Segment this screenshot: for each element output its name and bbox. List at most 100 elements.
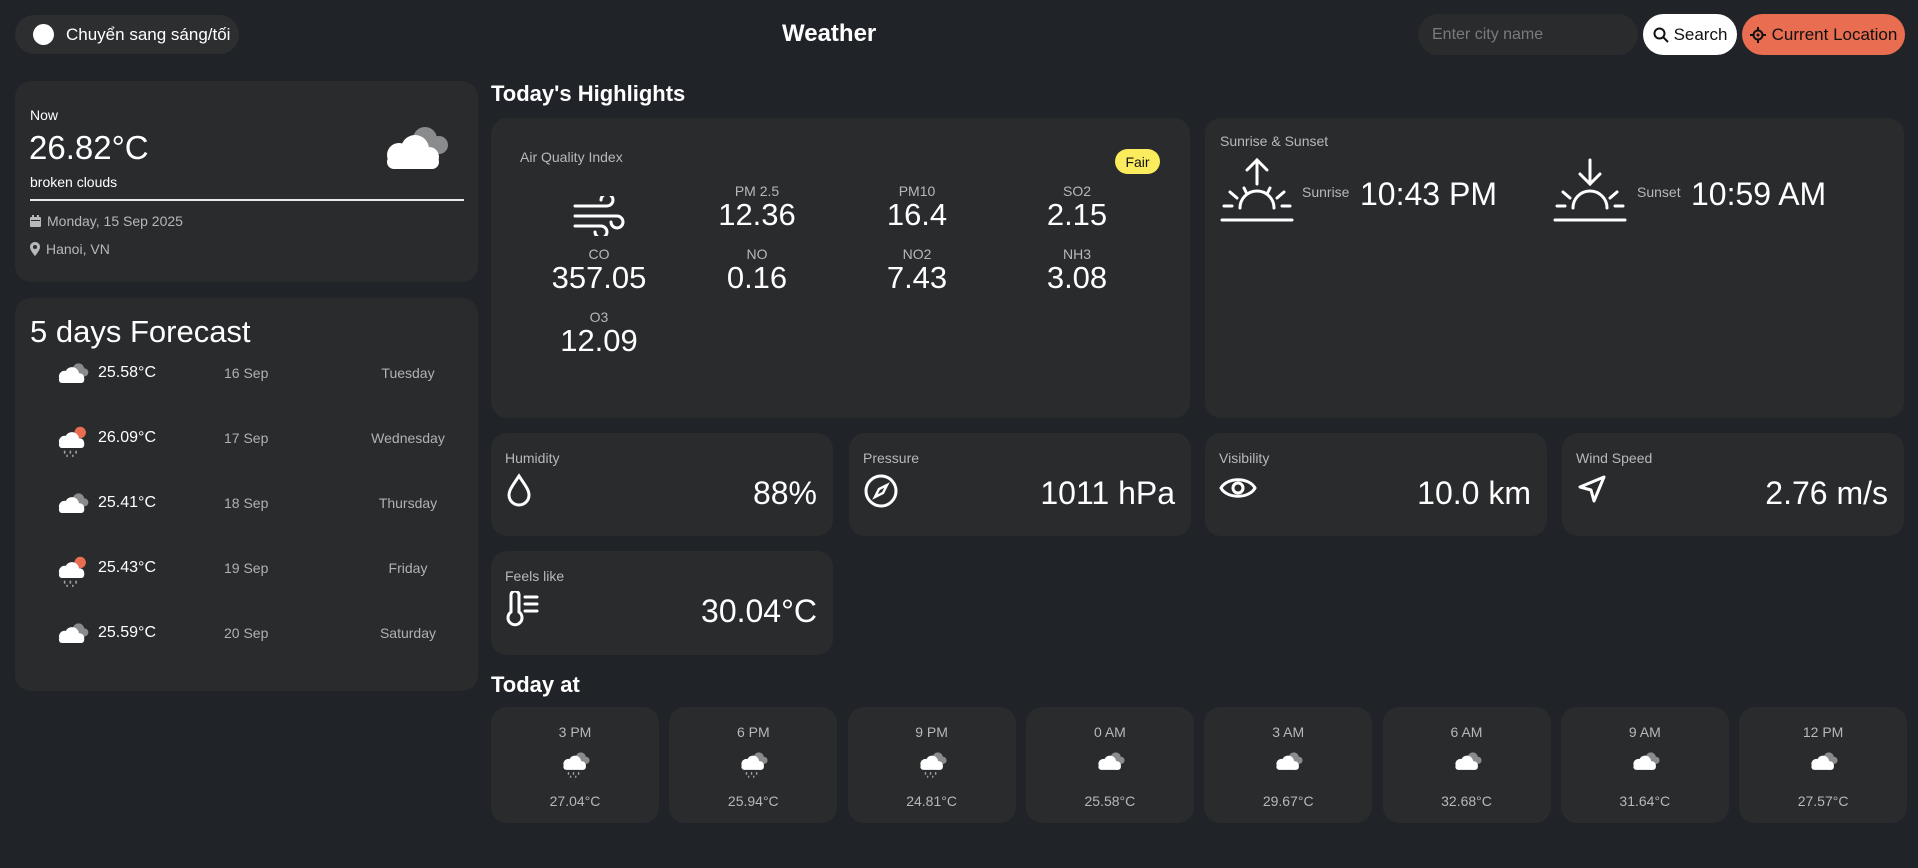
hourly-forecast-card: 0 AM 25.58°C [1025,707,1194,823]
hour-temp: 32.68°C [1441,793,1492,809]
search-icon [1653,27,1669,43]
toggle-knob-icon [33,24,54,45]
forecast-row: 25.59°C 20 Sep Saturday [15,614,478,664]
aqi-item: O3 12.09 [539,309,659,357]
broken-clouds-icon [1633,752,1660,770]
feels-like-label: Feels like [505,568,565,584]
visibility-value: 10.0 km [1417,475,1531,511]
current-date: Monday, 15 Sep 2025 [30,213,183,229]
aqi-item-value: 12.09 [560,323,638,358]
aqi-item: NH3 3.08 [1017,246,1137,294]
date-text: Monday, 15 Sep 2025 [47,213,183,229]
sunset-label: Sunset [1637,184,1681,200]
hour-time: 6 AM [1450,724,1483,740]
forecast-row: 25.43°C 19 Sep Friday [15,549,478,599]
rain-clouds-icon [563,752,590,778]
aqi-item-value: 7.43 [886,260,948,295]
crosshair-icon [1749,26,1766,43]
calendar-icon [30,215,41,227]
aqi-item: NO 0.16 [697,246,817,294]
broken-clouds-icon [58,623,89,644]
rain-clouds-icon [919,752,947,778]
visibility-card: Visibility 10.0 km [1205,433,1547,536]
aqi-item: PM10 16.4 [857,183,977,231]
forecast-title: 5 days Forecast [30,314,251,349]
location-pin-icon [30,242,40,256]
now-label: Now [30,107,59,123]
hour-time: 12 PM [1802,724,1844,740]
wind-speed-label: Wind Speed [1576,450,1653,466]
current-weather-card: Now 26.82°C broken clouds Monday, 15 Sep… [15,81,478,282]
broken-clouds-icon [1276,752,1303,770]
water-drop-icon [507,473,531,507]
sunset-time: 10:59 AM [1691,176,1827,212]
hour-time: 3 AM [1272,724,1305,740]
aqi-item: PM 2.5 12.36 [697,183,817,231]
hour-temp: 31.64°C [1619,793,1671,809]
forecast-temp: 26.09°C [98,429,156,446]
forecast-day: Tuesday [381,365,435,381]
sunrise-label: Sunrise [1302,184,1350,200]
aqi-item: SO2 2.15 [1017,183,1137,231]
current-temperature: 26.82°C [29,129,149,166]
forecast-date: 17 Sep [224,430,269,446]
forecast-temp: 25.41°C [98,494,156,511]
broken-clouds-icon [1454,752,1482,770]
aqi-item-value: 16.4 [886,197,948,232]
hourly-forecast-card: 9 PM 24.81°C [847,707,1016,823]
humidity-value: 88% [752,475,817,511]
forecast-day: Friday [388,560,428,576]
search-button[interactable]: Search [1643,14,1737,55]
broken-clouds-icon [1811,752,1838,770]
city-search-input[interactable] [1418,14,1638,55]
aqi-item: CO 357.05 [539,246,659,294]
hour-time: 9 PM [915,724,948,740]
sunrise-time: 10:43 PM [1360,176,1497,212]
aqi-item-value: 3.08 [1046,260,1108,295]
compass-icon [864,474,898,508]
hour-temp: 25.94°C [727,793,779,809]
theme-toggle-button[interactable]: Chuyển sang sáng/tối [15,15,239,54]
eye-icon [1219,478,1257,498]
forecast-card: 5 days Forecast 25.58°C 16 Sep Tuesday 26.0… [15,298,478,691]
forecast-temp: 25.59°C [98,624,156,641]
sunset-icon [1553,158,1627,222]
wind-speed-value: 2.76 m/s [1765,475,1888,511]
sun-rain-icon [58,426,86,458]
forecast-row: 26.09°C 17 Sep Wednesday [15,419,478,469]
search-button-label: Search [1673,24,1728,44]
feels-like-card: Feels like 30.04°C [491,551,833,655]
forecast-day: Thursday [378,495,438,511]
hour-temp: 24.81°C [906,793,957,809]
theme-toggle-label: Chuyển sang sáng/tối [66,24,231,44]
broken-clouds-icon [1098,752,1125,770]
pressure-value: 1011 hPa [1040,475,1175,511]
navigation-arrow-icon [1578,475,1606,503]
sun-rain-icon [58,556,86,588]
sun-card-label: Sunrise & Sunset [1220,133,1329,149]
forecast-day: Wednesday [371,430,445,446]
aqi-status-badge: Fair [1115,149,1160,174]
hour-temp: 27.57°C [1797,793,1849,809]
aqi-item: NO2 7.43 [857,246,977,294]
air-quality-card: Air Quality Index Fair PM 2.5 12.36 PM10 16… [491,118,1190,418]
sunrise-sunset-card: Sunrise & Sunset Sunrise 10:43 PM Sunset… [1205,118,1904,418]
forecast-date: 18 Sep [224,495,269,511]
forecast-temp: 25.58°C [98,364,156,381]
wind-speed-card: Wind Speed 2.76 m/s [1562,433,1904,536]
location-text: Hanoi, VN [46,241,110,257]
aqi-item-value: 12.36 [718,197,796,232]
hourly-forecast-card: 3 AM 29.67°C [1204,707,1373,823]
current-location-button[interactable]: Current Location [1742,14,1905,55]
current-location: Hanoi, VN [30,241,110,257]
hourly-forecast-card: 6 AM 32.68°C [1382,707,1551,823]
feels-like-value: 30.04°C [701,593,817,629]
hourly-forecast-card: 9 AM 31.64°C [1560,707,1729,823]
broken-clouds-icon [58,493,89,514]
divider [30,199,464,201]
sunrise-icon [1220,158,1294,222]
visibility-label: Visibility [1219,450,1270,466]
forecast-row: 25.58°C 16 Sep Tuesday [15,354,478,404]
highlights-title: Today's Highlights [491,81,686,106]
aqi-label: Air Quality Index [520,149,623,165]
